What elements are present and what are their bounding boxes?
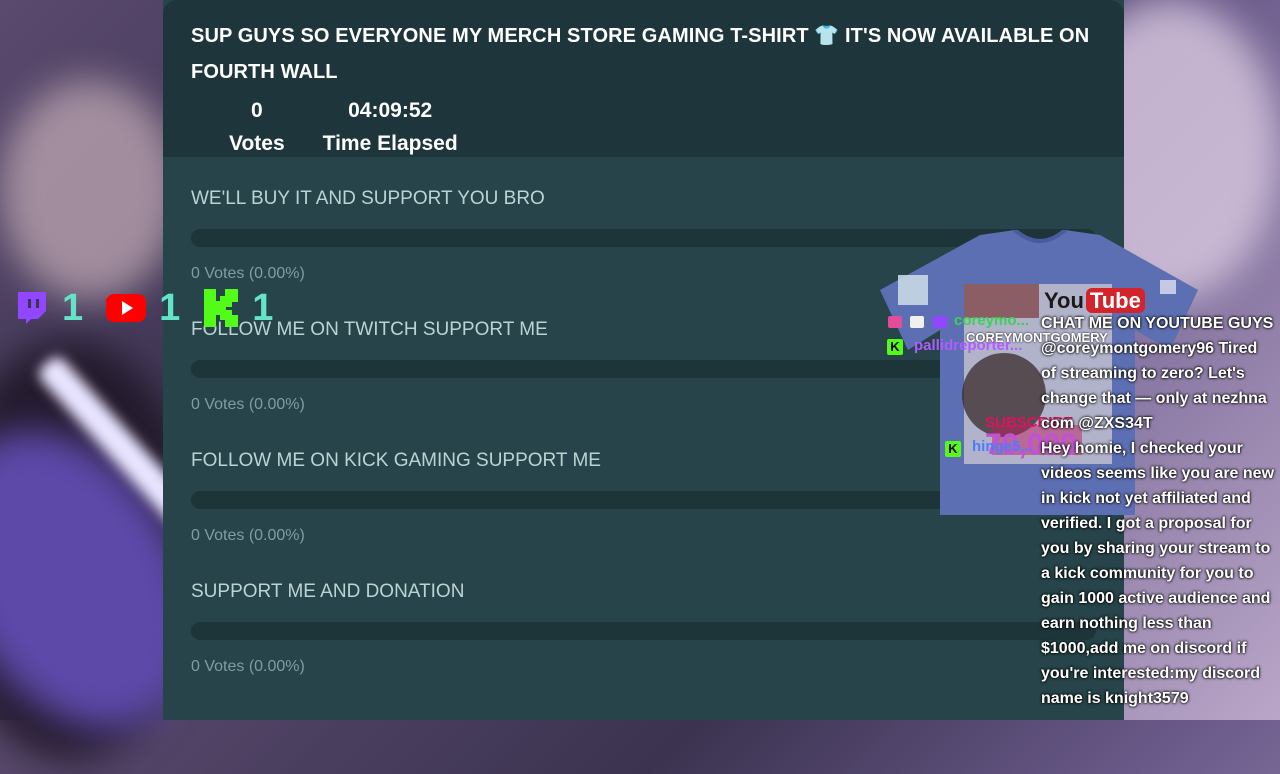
chat-username[interactable]: pallidreporter... — [914, 337, 1022, 354]
youtube-logo-you: You — [1044, 288, 1084, 313]
poll-stats: 0 Votes 04:09:52 Time Elapsed — [229, 94, 1096, 160]
chat-message: Hey homie, I checked your videos seems l… — [1041, 440, 1275, 707]
chat-username[interactable]: coreymo... — [954, 312, 1029, 329]
poll-option[interactable]: SUPPORT ME AND DONATION 0 Votes (0.00%) — [191, 580, 1096, 711]
option-votes: 0 Votes (0.00%) — [191, 658, 305, 675]
twitch-count: 1 — [62, 287, 84, 329]
youtube-counter: 1 — [105, 288, 180, 328]
kick-badge-icon: K — [945, 441, 961, 457]
option-votes: 0 Votes (0.00%) — [191, 527, 305, 544]
chat-feed: CHAT ME ON YOUTUBE GUYS @coreymontgomery… — [1041, 311, 1276, 711]
votes-stat: 0 Votes — [229, 94, 285, 160]
youtube-count: 1 — [159, 287, 181, 329]
social-counters: 1 1 1 — [12, 288, 295, 328]
twitch-icon — [18, 292, 46, 324]
badge-icon — [910, 316, 925, 328]
background-blur — [0, 80, 180, 300]
twitch-counter: 1 — [12, 288, 83, 328]
kick-count: 1 — [252, 287, 274, 329]
time-stat: 04:09:52 Time Elapsed — [323, 94, 458, 160]
option-progress-bar — [191, 622, 1096, 640]
badge-icon — [888, 316, 902, 328]
time-value: 04:09:52 — [348, 99, 433, 122]
chat-username[interactable]: hinge5... — [972, 438, 1033, 455]
badge-icon — [932, 316, 947, 328]
chat-message: CHAT ME ON YOUTUBE GUYS — [1041, 315, 1274, 332]
chat-message: @coreymontgomery96 Tired of streaming to… — [1041, 340, 1267, 432]
youtube-logo-tube: Tube — [1085, 288, 1145, 313]
kick-counter: 1 — [202, 288, 273, 328]
poll-header: SUP GUYS SO EVERYONE MY MERCH STORE GAMI… — [163, 0, 1124, 157]
poll-title: SUP GUYS SO EVERYONE MY MERCH STORE GAMI… — [191, 25, 1090, 83]
votes-label: Votes — [229, 132, 285, 155]
youtube-icon — [106, 294, 147, 322]
kick-badge-icon: K — [887, 339, 903, 355]
time-label: Time Elapsed — [322, 132, 458, 155]
votes-value: 0 — [250, 99, 263, 122]
chat-badges — [888, 315, 947, 333]
option-label: WE'LL BUY IT AND SUPPORT YOU BRO — [191, 188, 545, 209]
option-label: SUPPORT ME AND DONATION — [191, 581, 465, 602]
kick-icon — [204, 289, 239, 327]
